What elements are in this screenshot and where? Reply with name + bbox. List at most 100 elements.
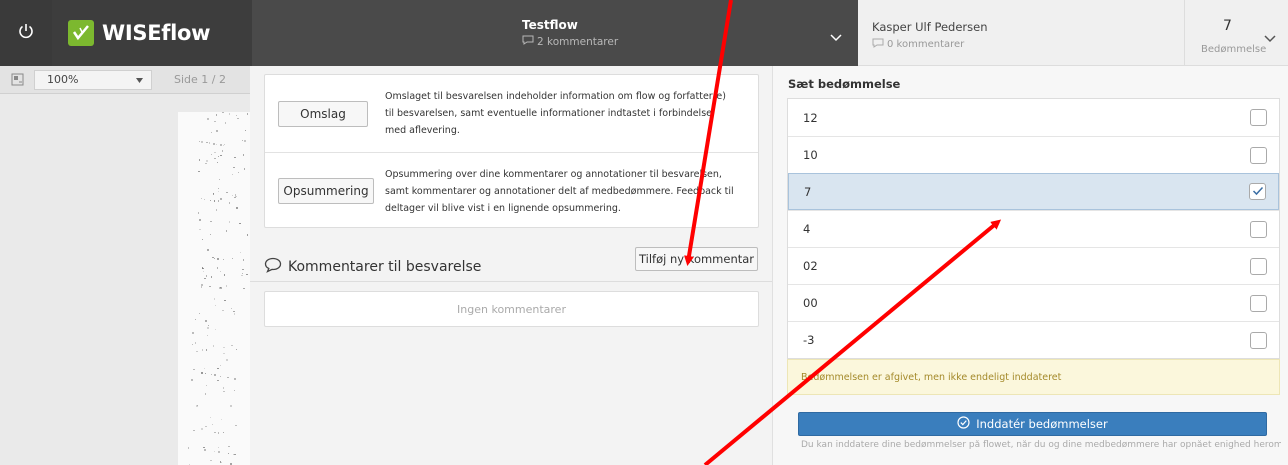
document-speck bbox=[207, 118, 209, 120]
document-speck bbox=[219, 365, 222, 367]
chevron-down-icon[interactable] bbox=[830, 27, 842, 46]
document-speck bbox=[217, 446, 220, 449]
document-speck bbox=[205, 393, 207, 395]
document-speck bbox=[218, 451, 220, 453]
grade-checkbox[interactable] bbox=[1250, 257, 1267, 275]
cover-description: Omslaget til besvarelsen indeholder info… bbox=[385, 91, 726, 136]
document-speck bbox=[228, 221, 231, 223]
flow-title: Testflow bbox=[522, 18, 578, 32]
grade-selector[interactable]: 7 Bedømmelse bbox=[1184, 0, 1288, 66]
document-speck bbox=[228, 445, 230, 448]
document-speck bbox=[204, 277, 206, 279]
fit-page-icon[interactable] bbox=[0, 73, 34, 86]
grade-option-12[interactable]: 12 bbox=[788, 99, 1279, 136]
grade-option-10[interactable]: 10 bbox=[788, 136, 1279, 173]
document-speck bbox=[212, 345, 214, 347]
document-speck bbox=[214, 157, 216, 160]
grade-checkbox[interactable] bbox=[1250, 146, 1267, 164]
cover-button[interactable]: Omslag bbox=[278, 100, 368, 127]
zoom-select[interactable]: 100% bbox=[34, 69, 152, 90]
document-speck bbox=[207, 327, 209, 329]
document-speck bbox=[217, 367, 219, 369]
document-speck bbox=[199, 140, 201, 143]
document-speck bbox=[241, 274, 243, 276]
grade-option-minus-3[interactable]: -3 bbox=[788, 321, 1279, 358]
checkmark-icon bbox=[1252, 185, 1264, 199]
submit-grades-button[interactable]: Inddatér bedømmelser bbox=[798, 412, 1267, 436]
document-speck bbox=[199, 228, 201, 231]
document-speck bbox=[244, 129, 247, 132]
document-speck bbox=[220, 287, 222, 289]
overview-card: Omslag Omslaget til besvarelsen indehold… bbox=[264, 74, 759, 228]
power-icon bbox=[17, 22, 35, 44]
document-speck bbox=[219, 271, 222, 273]
document-speck bbox=[223, 347, 225, 349]
document-speck bbox=[205, 320, 207, 322]
comments-heading: Kommentarer til besvarelse bbox=[264, 257, 481, 277]
chevron-down-icon[interactable] bbox=[1264, 28, 1276, 47]
grade-option-02[interactable]: 02 bbox=[788, 247, 1279, 284]
document-speck bbox=[230, 307, 232, 310]
empty-comments: Ingen kommentarer bbox=[264, 291, 759, 327]
document-speck bbox=[208, 324, 210, 327]
document-speck bbox=[206, 334, 208, 336]
document-speck bbox=[216, 130, 218, 132]
document-speck bbox=[211, 424, 213, 426]
document-speck bbox=[210, 416, 212, 419]
student-selector[interactable]: Kasper Ulf Pedersen 0 kommentarer bbox=[858, 0, 1184, 66]
document-speck bbox=[227, 452, 230, 455]
document-speck bbox=[198, 159, 201, 161]
add-comment-button[interactable]: Tilføj ny kommentar bbox=[635, 247, 758, 271]
document-speck bbox=[196, 350, 198, 353]
grade-checkbox[interactable] bbox=[1250, 220, 1267, 238]
grading-title: Sæt bedømmelse bbox=[788, 77, 901, 91]
document-speck bbox=[201, 284, 203, 286]
status-warning: Bedømmelsen er afgivet, men ikke endelig… bbox=[787, 359, 1280, 395]
document-speck bbox=[228, 113, 231, 115]
document-speck bbox=[214, 374, 216, 376]
document-viewer: 100% Side 1 / 2 bbox=[0, 66, 250, 465]
summary-button[interactable]: Opsummering bbox=[278, 178, 374, 204]
grade-checkbox-checked[interactable] bbox=[1249, 183, 1266, 200]
document-speck bbox=[237, 172, 240, 174]
comment-icon bbox=[264, 257, 282, 277]
document-speck bbox=[246, 113, 249, 115]
document-speck bbox=[214, 151, 216, 154]
document-speck bbox=[201, 428, 203, 430]
grade-checkbox[interactable] bbox=[1250, 294, 1267, 312]
grade-option-00[interactable]: 00 bbox=[788, 284, 1279, 321]
flow-selector[interactable]: Testflow 2 kommentarer bbox=[252, 0, 858, 66]
power-button[interactable] bbox=[0, 0, 52, 66]
document-speck bbox=[220, 461, 223, 464]
document-speck bbox=[232, 257, 234, 259]
brand[interactable]: WISEflow bbox=[52, 0, 252, 66]
document-speck bbox=[198, 171, 200, 173]
grade-option-7[interactable]: 7 bbox=[788, 173, 1279, 210]
document-speck bbox=[230, 463, 232, 465]
grade-option-4[interactable]: 4 bbox=[788, 210, 1279, 247]
document-speck bbox=[204, 198, 206, 200]
grade-checkbox[interactable] bbox=[1250, 331, 1267, 349]
document-speck bbox=[233, 389, 236, 392]
document-speck bbox=[191, 379, 193, 381]
document-speck bbox=[206, 142, 208, 144]
document-speck bbox=[220, 198, 222, 200]
document-speck bbox=[210, 459, 212, 462]
document-speck bbox=[194, 342, 197, 344]
document-speck bbox=[228, 202, 231, 204]
document-speck bbox=[198, 312, 201, 315]
grade-checkbox[interactable] bbox=[1250, 109, 1267, 126]
zoom-value: 100% bbox=[47, 73, 79, 86]
document-speck bbox=[241, 139, 244, 142]
document-speck bbox=[223, 390, 225, 393]
document-speck bbox=[188, 447, 190, 449]
document-speck bbox=[242, 268, 244, 271]
document-speck bbox=[220, 154, 222, 157]
document-speck bbox=[202, 349, 204, 351]
document-page[interactable] bbox=[178, 112, 250, 465]
assessment-panel: Omslag Omslaget til besvarelsen indehold… bbox=[250, 66, 772, 465]
brand-name: WISEflow bbox=[102, 21, 211, 45]
document-speck bbox=[205, 425, 207, 427]
document-speck bbox=[231, 345, 233, 347]
document-speck bbox=[210, 154, 213, 156]
